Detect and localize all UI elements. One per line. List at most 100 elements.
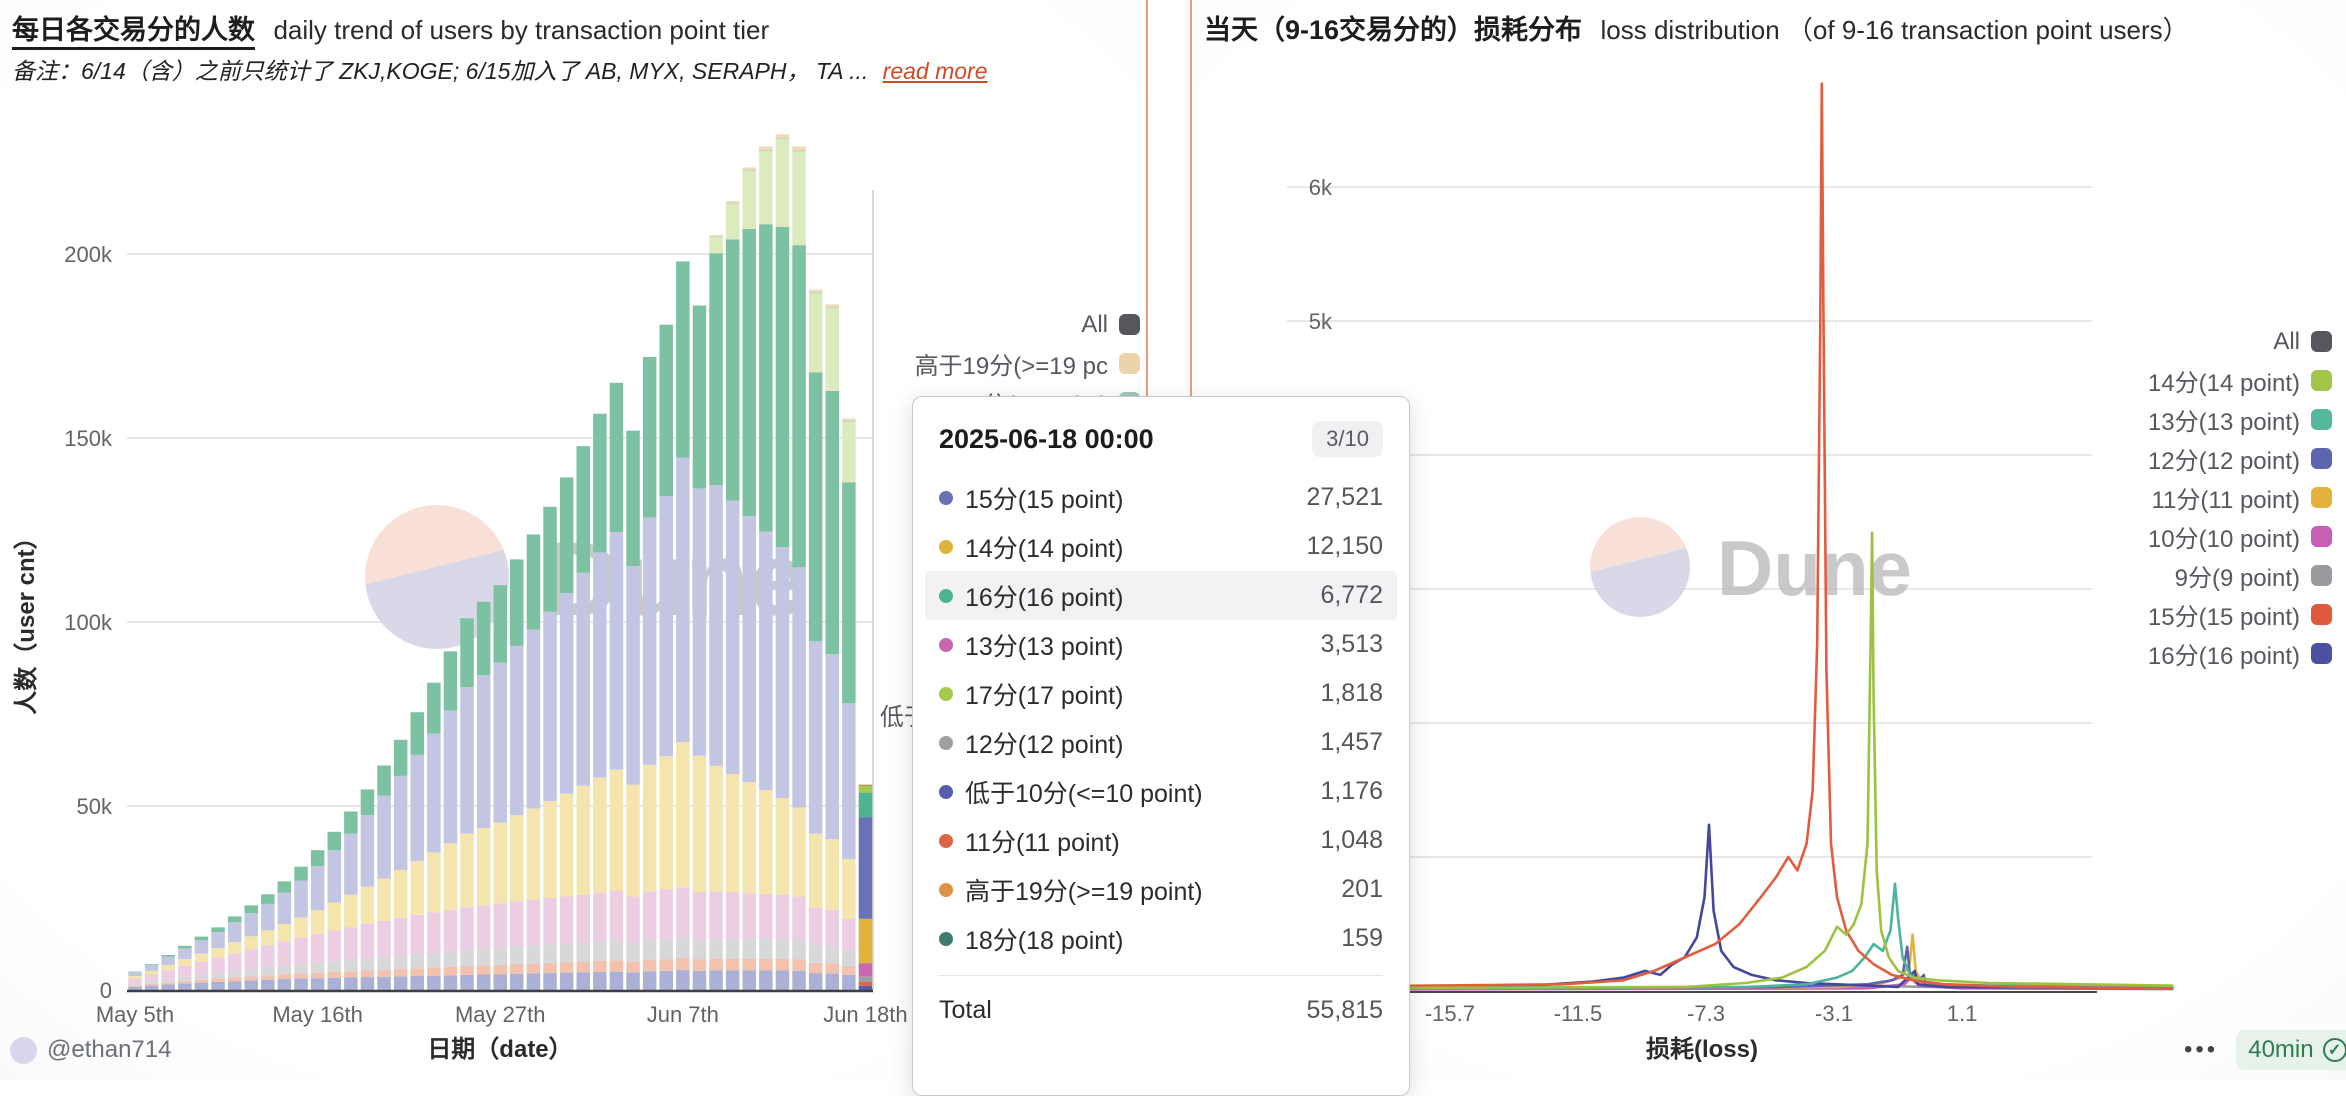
bar-segment[interactable] (593, 961, 607, 972)
bar-segment[interactable] (211, 958, 225, 974)
bar-segment[interactable] (294, 979, 308, 990)
bar-segment[interactable] (826, 307, 840, 308)
bar-segment[interactable] (776, 138, 790, 139)
bar-segment[interactable] (427, 912, 441, 953)
bar-segment[interactable] (311, 973, 325, 979)
bar-segment[interactable] (510, 964, 524, 974)
bar-segment[interactable] (842, 919, 856, 951)
bar-segment[interactable] (311, 850, 325, 866)
bar-segment[interactable] (859, 793, 873, 818)
bar-segment[interactable] (560, 794, 574, 897)
bar-segment[interactable] (792, 567, 806, 807)
bar-segment[interactable] (626, 962, 640, 973)
bar-segment[interactable] (543, 898, 557, 944)
bar-segment[interactable] (610, 972, 624, 990)
bar-segment[interactable] (610, 960, 624, 971)
bar-segment[interactable] (394, 955, 408, 969)
bar-segment[interactable] (245, 913, 259, 936)
bar-segment[interactable] (128, 976, 142, 979)
bar-segment[interactable] (211, 982, 225, 990)
bar-segment[interactable] (444, 975, 458, 990)
right-legend-item[interactable]: 14分(14 point) (2032, 367, 2332, 394)
bar-segment[interactable] (494, 904, 508, 948)
bar-segment[interactable] (377, 796, 391, 879)
bar-segment[interactable] (228, 978, 242, 982)
bar-segment[interactable] (527, 809, 541, 900)
bar-segment[interactable] (626, 972, 640, 990)
bar-segment[interactable] (211, 979, 225, 982)
bar-segment[interactable] (560, 477, 574, 593)
bar-segment[interactable] (427, 976, 441, 990)
bar-segment[interactable] (294, 867, 308, 881)
bar-segment[interactable] (394, 776, 408, 870)
bar-segment[interactable] (527, 964, 541, 974)
bar-segment[interactable] (477, 602, 491, 675)
refresh-interval-badge[interactable]: 40min ✓ (2236, 1030, 2346, 1070)
bar-segment[interactable] (245, 905, 259, 913)
bar-segment[interactable] (460, 950, 474, 966)
bar-segment[interactable] (128, 987, 142, 990)
bar-segment[interactable] (444, 711, 458, 844)
bar-segment[interactable] (494, 965, 508, 975)
bar-segment[interactable] (145, 964, 159, 965)
bar-segment[interactable] (460, 907, 474, 950)
bar-segment[interactable] (178, 946, 192, 949)
bar-segment[interactable] (560, 593, 574, 794)
right-legend-item[interactable]: 11分(11 point) (2032, 484, 2332, 511)
bar-segment[interactable] (211, 973, 225, 979)
bar-segment[interactable] (693, 971, 707, 990)
bar-segment[interactable] (776, 134, 790, 138)
bar-segment[interactable] (610, 891, 624, 940)
bar-segment[interactable] (859, 785, 873, 786)
bar-segment[interactable] (261, 904, 275, 931)
bar-segment[interactable] (394, 740, 408, 776)
bar-segment[interactable] (759, 939, 773, 959)
bar-segment[interactable] (261, 930, 275, 945)
bar-segment[interactable] (344, 895, 358, 927)
bar-segment[interactable] (809, 293, 823, 294)
bar-segment[interactable] (660, 939, 674, 959)
bar-segment[interactable] (709, 971, 723, 991)
bar-segment[interactable] (660, 496, 674, 756)
bar-segment[interactable] (593, 941, 607, 961)
bar-segment[interactable] (809, 963, 823, 973)
bar-segment[interactable] (859, 982, 873, 986)
bar-segment[interactable] (859, 785, 873, 786)
bar-segment[interactable] (759, 147, 773, 150)
bar-segment[interactable] (842, 966, 856, 975)
bar-segment[interactable] (643, 765, 657, 892)
bar-segment[interactable] (776, 798, 790, 894)
bar-segment[interactable] (626, 785, 640, 897)
bar-segment[interactable] (460, 687, 474, 834)
bar-segment[interactable] (693, 306, 707, 489)
bar-segment[interactable] (294, 973, 308, 978)
bar-segment[interactable] (411, 861, 425, 915)
bar-segment[interactable] (361, 815, 375, 886)
left-legend-item[interactable]: 高于19分(>=19 pc (820, 350, 1140, 377)
bar-segment[interactable] (826, 839, 840, 910)
bar-segment[interactable] (676, 937, 690, 958)
bar-segment[interactable] (311, 934, 325, 963)
bar-segment[interactable] (759, 150, 773, 151)
bar-segment[interactable] (261, 980, 275, 990)
bar-segment[interactable] (726, 939, 740, 959)
bar-segment[interactable] (477, 965, 491, 974)
bar-segment[interactable] (328, 978, 342, 990)
bar-segment[interactable] (228, 981, 242, 990)
bar-segment[interactable] (543, 963, 557, 973)
bar-segment[interactable] (643, 971, 657, 990)
bar-segment[interactable] (427, 734, 441, 853)
bar-segment[interactable] (128, 985, 142, 987)
bar-segment[interactable] (792, 151, 806, 152)
bar-segment[interactable] (145, 981, 159, 984)
bar-segment[interactable] (759, 224, 773, 531)
bar-segment[interactable] (195, 980, 209, 983)
bar-segment[interactable] (759, 959, 773, 971)
bar-segment[interactable] (245, 936, 259, 949)
bar-segment[interactable] (261, 968, 275, 976)
bar-segment[interactable] (610, 532, 624, 769)
bar-segment[interactable] (311, 866, 325, 910)
bar-segment[interactable] (278, 974, 292, 979)
bar-segment[interactable] (726, 239, 740, 500)
bar-segment[interactable] (709, 236, 723, 237)
